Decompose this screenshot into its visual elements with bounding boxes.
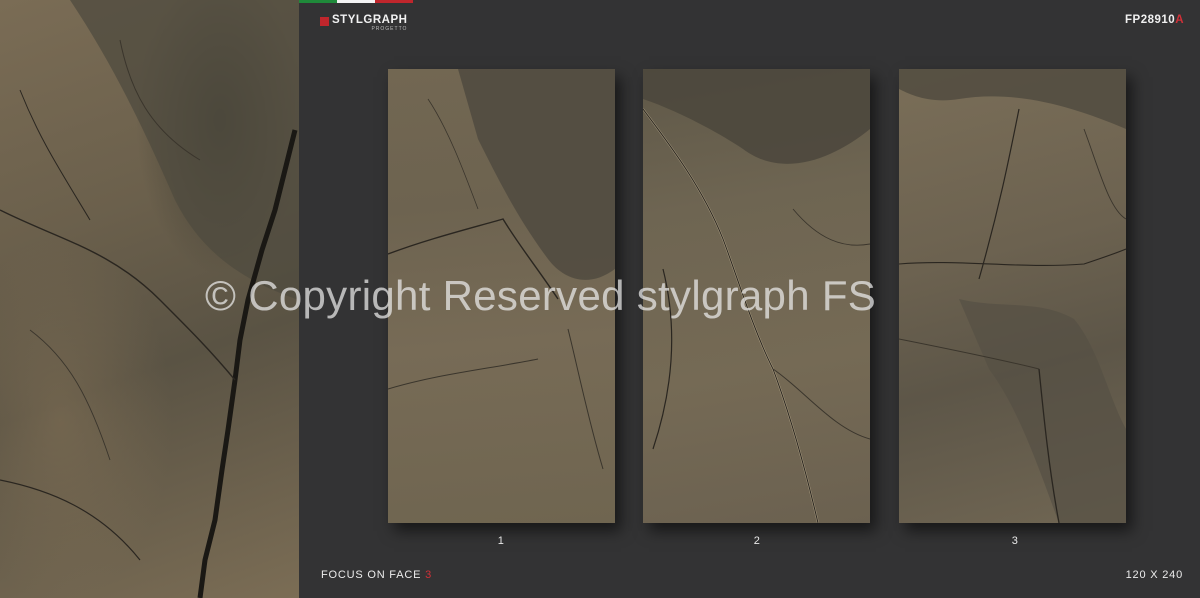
italian-flag-strip [299, 0, 413, 3]
focus-face-label: FOCUS ON FACE 3 [321, 569, 432, 581]
face-label-2: 2 [753, 535, 761, 547]
product-code-main: FP28910 [1125, 14, 1176, 26]
brand-logo: STYLGRAPH PROGETTO [320, 14, 407, 32]
brand-subtitle: PROGETTO [371, 26, 408, 32]
face-tile-3 [899, 69, 1126, 523]
product-code-suffix: A [1175, 14, 1184, 26]
focus-face-text: FOCUS ON FACE [321, 569, 422, 581]
face-label-3: 3 [1011, 535, 1019, 547]
tile-size-label: 120 X 240 [1125, 569, 1183, 581]
product-code: FP28910A [1125, 14, 1184, 26]
focus-face-number: 3 [425, 569, 433, 581]
copyright-watermark: © Copyright Reserved stylgraph FS [205, 272, 877, 319]
face-label-1: 1 [497, 535, 505, 547]
brand-mark-icon [320, 17, 329, 26]
